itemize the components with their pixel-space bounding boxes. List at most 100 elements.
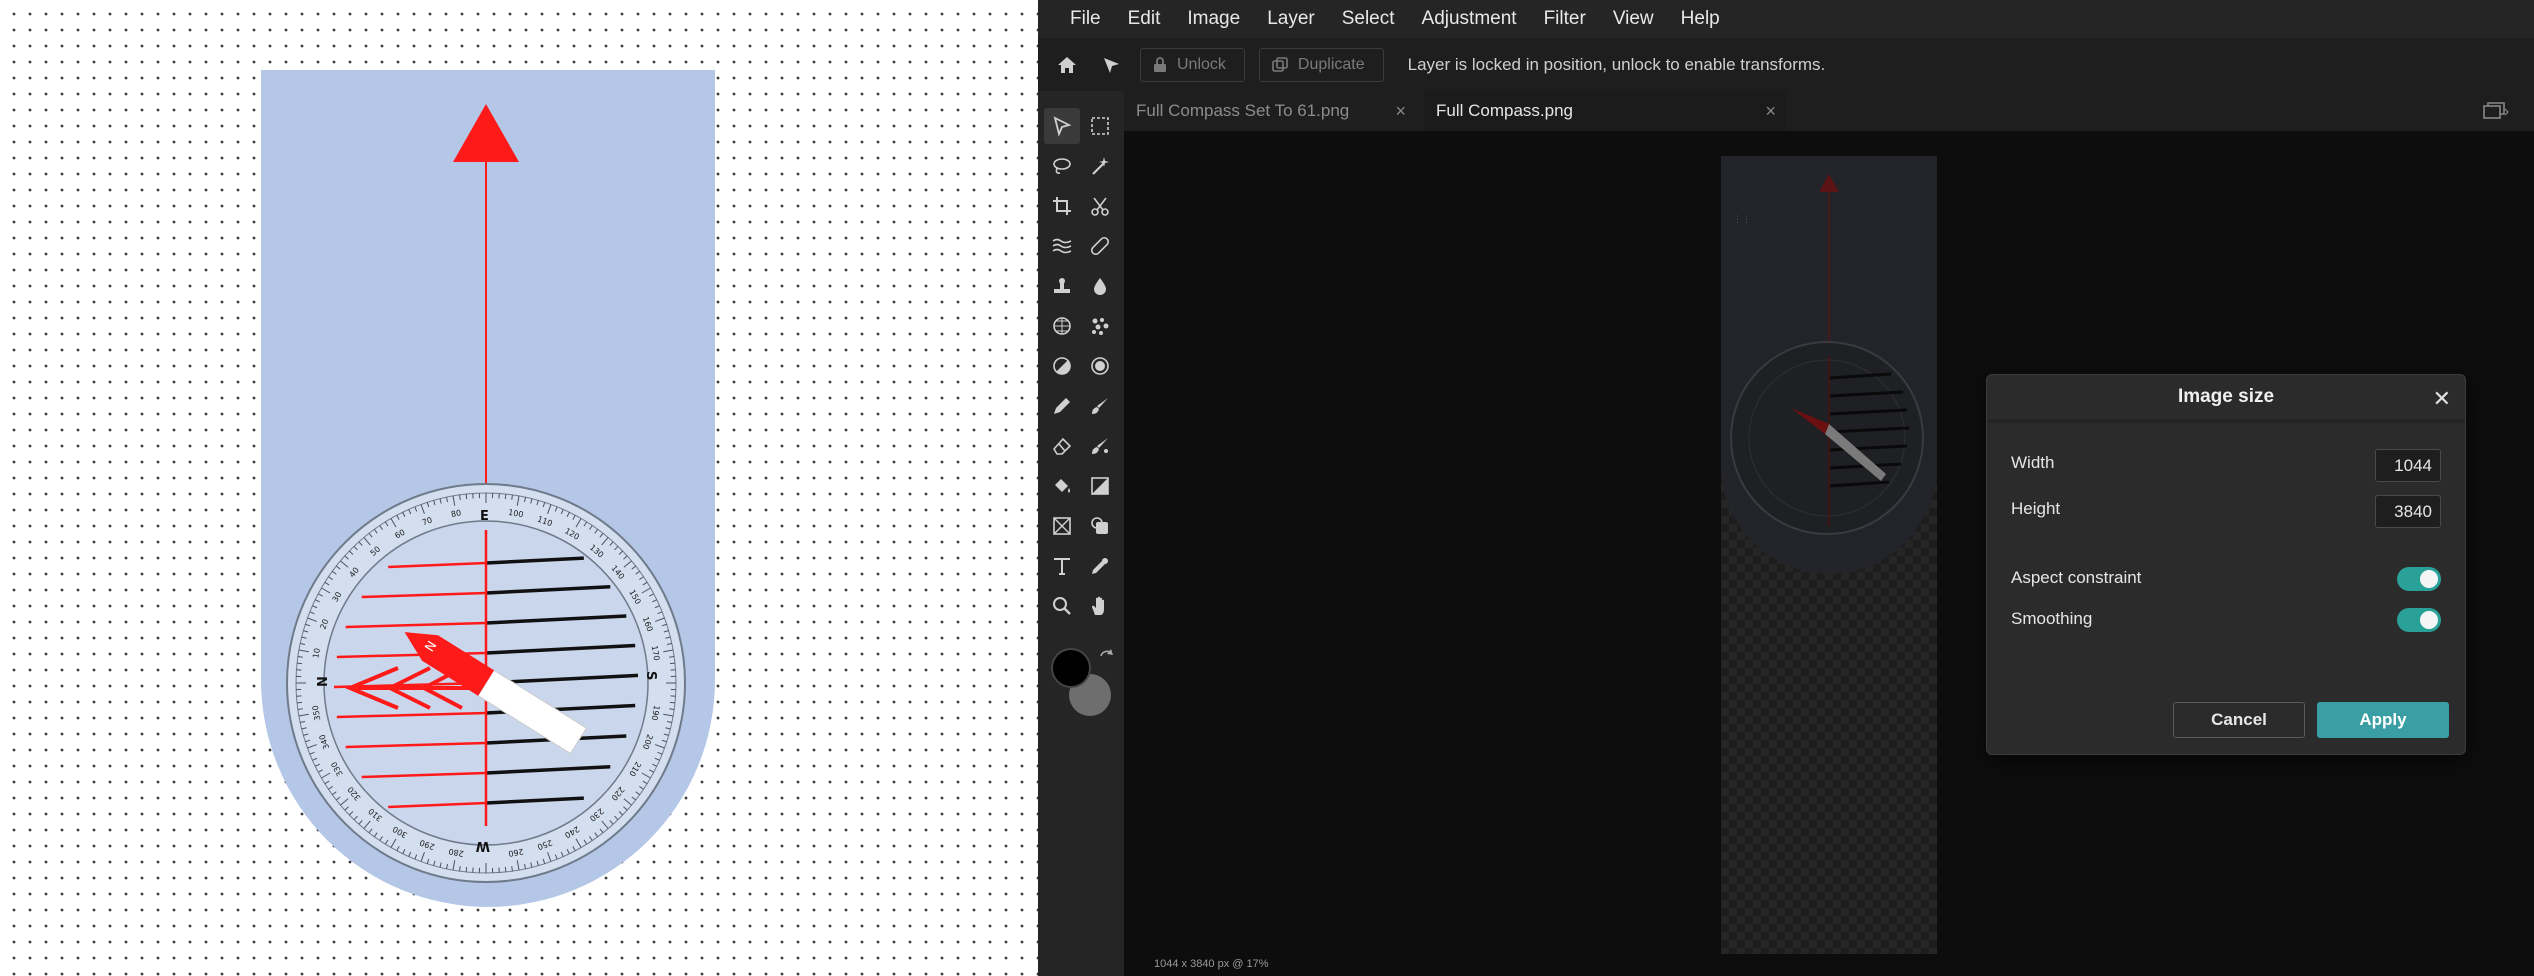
foreground-color-swatch[interactable] xyxy=(1051,648,1091,688)
compass-thumbnail: ⋮⋮ xyxy=(1721,156,1937,574)
bezel-tick xyxy=(669,708,675,710)
gradient-tool-icon[interactable] xyxy=(1082,468,1118,504)
menu-layer[interactable]: Layer xyxy=(1267,8,1315,30)
width-input[interactable] xyxy=(2375,449,2441,482)
scissors-tool-icon[interactable] xyxy=(1082,188,1118,224)
menu-bar: File Edit Image Layer Select Adjustment … xyxy=(1038,0,2534,38)
dialog-header: Image size ✕ xyxy=(1987,375,2465,423)
lasso-tool-icon[interactable] xyxy=(1044,148,1080,184)
sponge-tool-icon[interactable] xyxy=(1082,308,1118,344)
marquee-tool-icon[interactable] xyxy=(1082,108,1118,144)
fill-bucket-tool-icon[interactable] xyxy=(1044,468,1080,504)
smoothing-label: Smoothing xyxy=(2011,609,2093,628)
bezel-tick xyxy=(669,656,675,658)
compass-illustration: 1020304050607080 100110120130140150160170… xyxy=(261,70,715,907)
pen-tool-icon[interactable] xyxy=(1044,388,1080,424)
height-label: Height xyxy=(2011,499,2061,518)
hand-tool-icon[interactable] xyxy=(1082,588,1118,624)
menu-edit[interactable]: Edit xyxy=(1128,8,1161,30)
menu-select[interactable]: Select xyxy=(1342,8,1395,30)
magic-wand-tool-icon[interactable] xyxy=(1082,148,1118,184)
duplicate-button[interactable]: Duplicate xyxy=(1258,47,1384,82)
bezel-tick xyxy=(511,866,513,872)
tab-label: Full Compass Set To 61.png xyxy=(1136,101,1350,120)
liquify-tool-icon[interactable] xyxy=(1044,228,1080,264)
aspect-constraint-toggle[interactable] xyxy=(2397,567,2441,591)
close-icon[interactable]: ✕ xyxy=(2433,386,2451,412)
bezel-tick xyxy=(459,494,461,500)
bezel-tick xyxy=(296,662,303,665)
clone-brush-tool-icon[interactable] xyxy=(1082,428,1118,464)
aspect-constraint-label: Aspect constraint xyxy=(2011,568,2142,587)
degree-label: 10 xyxy=(311,647,322,659)
width-label: Width xyxy=(2011,453,2055,472)
degree-label: 80 xyxy=(450,508,462,519)
duplicate-icon xyxy=(1272,56,1288,72)
toggle-knob xyxy=(2420,611,2438,629)
crop-tool-icon[interactable] xyxy=(1044,188,1080,224)
tab-full-compass-set-to-61[interactable]: Full Compass Set To 61.png × xyxy=(1124,91,1416,131)
toolbar-message: Layer is locked in position, unlock to e… xyxy=(1407,54,1826,74)
close-tab-icon[interactable]: × xyxy=(1765,101,1776,122)
move-cursor-icon[interactable] xyxy=(1096,50,1126,80)
bezel-tick xyxy=(465,493,468,500)
bezel-tick xyxy=(296,701,303,704)
eyedropper-tool-icon[interactable] xyxy=(1082,548,1118,584)
zoom-tool-icon[interactable] xyxy=(1044,588,1080,624)
brush-tool-icon[interactable] xyxy=(1082,388,1118,424)
options-toolbar: Unlock Duplicate Layer is locked in posi… xyxy=(1038,38,2534,91)
menu-help[interactable]: Help xyxy=(1681,8,1720,30)
pattern-tool-icon[interactable] xyxy=(1044,308,1080,344)
close-tab-icon[interactable]: × xyxy=(1395,101,1406,122)
menu-adjustment[interactable]: Adjustment xyxy=(1422,8,1517,30)
height-input[interactable] xyxy=(2375,495,2441,528)
dodge-tool-icon[interactable] xyxy=(1044,348,1080,384)
cardinal-n: N xyxy=(316,676,331,687)
dialog-title: Image size xyxy=(2177,386,2275,407)
stamp-tool-icon[interactable] xyxy=(1044,268,1080,304)
select-tool-icon[interactable] xyxy=(1044,108,1080,144)
eraser-tool-icon[interactable] xyxy=(1044,428,1080,464)
image-size-dialog: Image size ✕ Width Height Aspect constra… xyxy=(1986,374,2466,755)
smoothing-toggle[interactable] xyxy=(2397,608,2441,632)
bezel-tick xyxy=(459,866,461,872)
text-tool-icon[interactable] xyxy=(1044,548,1080,584)
bezel-tick xyxy=(669,701,676,704)
toggle-knob xyxy=(2420,570,2438,588)
menu-view[interactable]: View xyxy=(1613,8,1654,30)
document-canvas[interactable]: ⋮⋮ xyxy=(1721,156,1937,954)
menu-filter[interactable]: Filter xyxy=(1544,8,1586,30)
window-layout-icon[interactable] xyxy=(2482,101,2510,121)
tool-palette xyxy=(1038,91,1124,976)
unlock-label: Unlock xyxy=(1177,55,1226,73)
blur-drop-tool-icon[interactable] xyxy=(1082,268,1118,304)
menu-image[interactable]: Image xyxy=(1187,8,1240,30)
home-icon[interactable] xyxy=(1052,50,1082,80)
unlock-button[interactable]: Unlock xyxy=(1140,47,1245,82)
apply-button[interactable]: Apply xyxy=(2317,702,2449,738)
document-tabs: Full Compass Set To 61.png × Full Compas… xyxy=(1124,91,2534,131)
status-bar: 1044 x 3840 px @ 17% xyxy=(1154,958,1269,970)
bezel-tick xyxy=(669,662,676,665)
lock-icon xyxy=(1154,56,1166,72)
bezel-tick xyxy=(504,866,507,873)
cardinal-w: W xyxy=(476,838,490,853)
duplicate-label: Duplicate xyxy=(1297,55,1365,73)
sharpen-tool-icon[interactable] xyxy=(1082,348,1118,384)
shape-tool-icon[interactable] xyxy=(1082,508,1118,544)
photo-editor-window: File Edit Image Layer Select Adjustment … xyxy=(1038,0,2534,976)
tab-full-compass[interactable]: Full Compass.png × xyxy=(1424,91,1786,131)
bandage-tool-icon[interactable] xyxy=(1082,228,1118,264)
bezel-tick xyxy=(511,494,513,500)
swap-colors-icon[interactable] xyxy=(1097,648,1115,666)
tab-label: Full Compass.png xyxy=(1436,101,1574,120)
bezel-tick xyxy=(297,708,303,710)
bezel-tick xyxy=(465,866,468,873)
svg-text:⋮⋮: ⋮⋮ xyxy=(1733,215,1751,225)
cardinal-s: S xyxy=(643,671,658,680)
bezel-tick xyxy=(297,656,303,658)
menu-file[interactable]: File xyxy=(1070,8,1101,30)
frame-tool-icon[interactable] xyxy=(1044,508,1080,544)
cancel-button[interactable]: Cancel xyxy=(2173,702,2305,738)
cardinal-e: E xyxy=(480,509,489,524)
